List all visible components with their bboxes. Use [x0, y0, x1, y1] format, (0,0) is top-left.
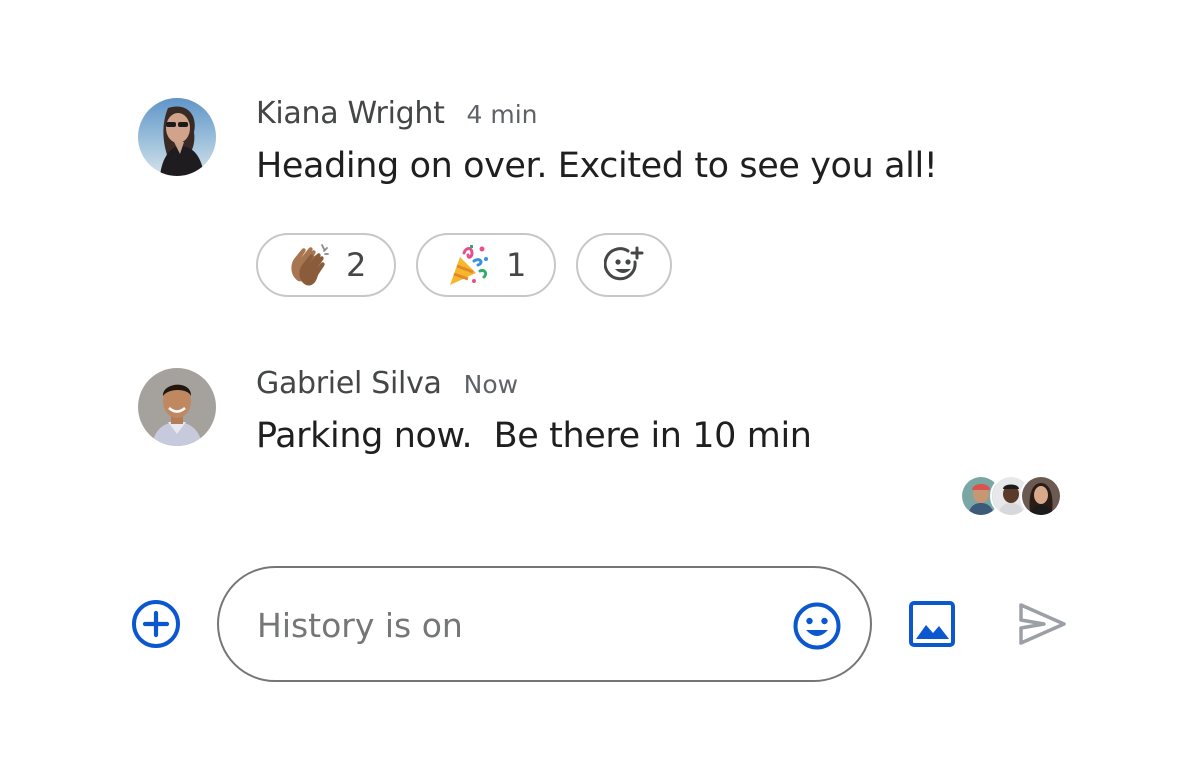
read-receipts[interactable] — [960, 475, 1062, 517]
message-timestamp: 4 min — [466, 100, 538, 129]
add-reaction-button[interactable] — [576, 233, 672, 297]
chat-thread: Kiana Wright 4 min Heading on over. Exci… — [0, 0, 1200, 760]
add-attachment-button[interactable] — [130, 598, 182, 650]
emoji-icon — [793, 602, 841, 650]
image-icon — [909, 601, 955, 647]
reaction-chip-party-popper[interactable]: 1 — [416, 233, 556, 297]
message-composer — [217, 566, 872, 682]
party-popper-icon — [450, 245, 488, 285]
avatar-gabriel-silva[interactable] — [138, 368, 216, 446]
sender-name: Kiana Wright — [256, 96, 445, 131]
message-timestamp: Now — [463, 370, 519, 399]
send-icon — [1019, 603, 1066, 645]
insert-image-button[interactable] — [906, 598, 958, 650]
emoji-picker-button[interactable] — [791, 600, 843, 652]
read-receipt-avatar — [1020, 475, 1062, 517]
avatar-kiana-wright[interactable] — [138, 98, 216, 176]
reactions-bar: 2 1 — [256, 233, 672, 297]
add-circle-icon — [132, 600, 180, 648]
message-header: Kiana Wright 4 min — [256, 96, 538, 131]
reaction-count: 2 — [346, 246, 367, 284]
sender-name: Gabriel Silva — [256, 366, 442, 401]
reaction-count: 1 — [506, 246, 527, 284]
message-text: Parking now. Be there in 10 min — [256, 416, 812, 456]
message-input[interactable] — [257, 598, 757, 652]
reaction-chip-clapping-hands[interactable]: 2 — [256, 233, 396, 297]
add-reaction-icon — [604, 246, 644, 281]
message-header: Gabriel Silva Now — [256, 366, 518, 401]
message-text: Heading on over. Excited to see you all! — [256, 146, 938, 186]
clapping-hands-icon — [291, 244, 329, 286]
send-button[interactable] — [1014, 598, 1070, 650]
